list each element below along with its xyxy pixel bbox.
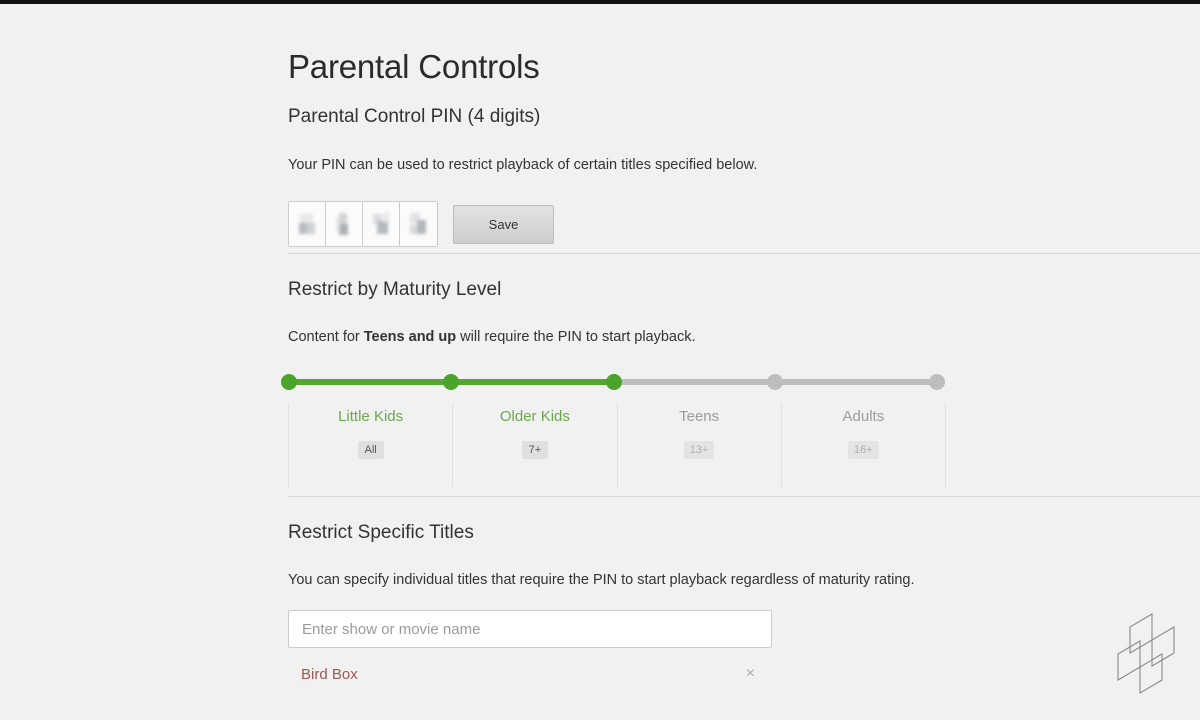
- parental-pin-section: Parental Control PIN (4 digits) Your PIN…: [288, 105, 1200, 247]
- rating-badge: 16+: [848, 441, 879, 459]
- rating-columns: Little Kids All Older Kids 7+ Teens 13+ …: [288, 403, 946, 487]
- rating-column-teens[interactable]: Teens 13+: [617, 403, 781, 487]
- settings-page: Parental Controls Parental Control PIN (…: [288, 4, 1200, 720]
- pin-digit-4[interactable]: [400, 202, 437, 246]
- maturity-level-section: Restrict by Maturity Level Content for T…: [288, 278, 1200, 487]
- maturity-slider[interactable]: [288, 373, 948, 391]
- section-divider: [288, 253, 1200, 254]
- slider-handle-adults[interactable]: [767, 374, 783, 390]
- rating-column-adults[interactable]: Adults 16+: [781, 403, 946, 487]
- rating-column-older-kids[interactable]: Older Kids 7+: [452, 403, 616, 487]
- rating-badge: All: [358, 441, 384, 459]
- slider-handle-teens[interactable]: [606, 374, 622, 390]
- rating-label: Older Kids: [453, 408, 616, 425]
- save-pin-button[interactable]: Save: [453, 205, 554, 244]
- masked-digit-icon: [373, 213, 390, 235]
- masked-digit-icon: [336, 213, 353, 235]
- maturity-desc-bold: Teens and up: [364, 329, 456, 345]
- title-search-input[interactable]: [288, 610, 772, 648]
- pin-digit-1[interactable]: [289, 202, 326, 246]
- titles-section-description: You can specify individual titles that r…: [288, 570, 1200, 590]
- rating-column-little-kids[interactable]: Little Kids All: [288, 403, 452, 487]
- rating-label: Adults: [782, 408, 945, 425]
- pin-section-description: Your PIN can be used to restrict playbac…: [288, 155, 1200, 175]
- section-divider: [288, 496, 1200, 497]
- masked-digit-icon: [410, 213, 427, 235]
- titles-section-heading: Restrict Specific Titles: [288, 521, 1200, 545]
- slider-handle-max[interactable]: [929, 374, 945, 390]
- maturity-section-description: Content for Teens and up will require th…: [288, 327, 1200, 347]
- rating-label: Little Kids: [289, 408, 452, 425]
- slider-handle-older-kids[interactable]: [443, 374, 459, 390]
- maturity-desc-suffix: will require the PIN to start playback.: [456, 329, 695, 345]
- pinwheel-logo: [1108, 610, 1184, 698]
- rating-badge: 13+: [684, 441, 715, 459]
- restricted-title-name: Bird Box: [301, 666, 358, 683]
- masked-digit-icon: [299, 213, 316, 235]
- pin-digit-2[interactable]: [326, 202, 363, 246]
- pin-digit-3[interactable]: [363, 202, 400, 246]
- pin-input-group[interactable]: [288, 201, 438, 247]
- slider-handle-little-kids[interactable]: [281, 374, 297, 390]
- restrict-titles-section: Restrict Specific Titles You can specify…: [288, 521, 1200, 684]
- pin-section-heading: Parental Control PIN (4 digits): [288, 105, 1200, 129]
- maturity-desc-prefix: Content for: [288, 329, 364, 345]
- page-title: Parental Controls: [288, 46, 540, 88]
- close-icon[interactable]: ×: [742, 664, 759, 684]
- rating-label: Teens: [618, 408, 781, 425]
- maturity-section-heading: Restrict by Maturity Level: [288, 278, 1200, 302]
- pin-entry-row: Save: [288, 201, 1200, 247]
- rating-badge: 7+: [522, 441, 548, 459]
- restricted-title-row: Bird Box ×: [288, 664, 772, 684]
